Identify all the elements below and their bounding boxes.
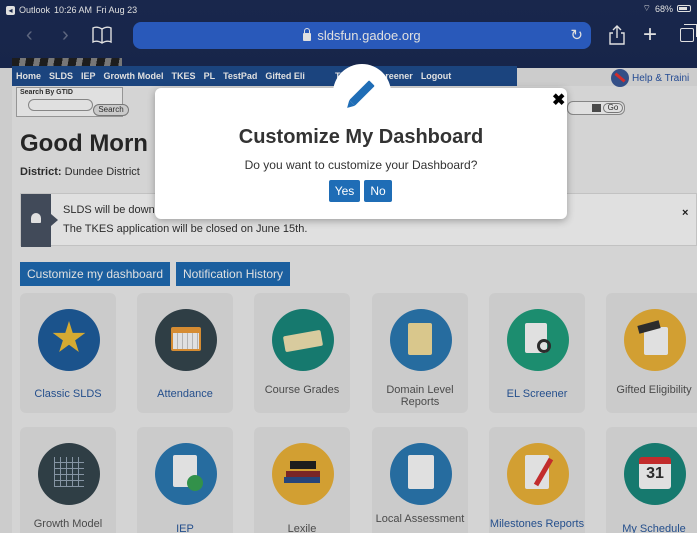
close-icon[interactable]: ✖ (552, 90, 565, 110)
no-button[interactable]: No (364, 180, 392, 202)
screen: ◂ Outlook 10:26 AM Fri Aug 23 ⌔ 68% ‹ › … (0, 0, 697, 533)
yes-button[interactable]: Yes (329, 180, 360, 202)
dialog-question: Do you want to customize your Dashboard? (244, 158, 478, 172)
dialog-title: Customize My Dashboard (238, 126, 484, 148)
pencil-icon (349, 80, 375, 106)
dialog-badge (333, 64, 391, 122)
